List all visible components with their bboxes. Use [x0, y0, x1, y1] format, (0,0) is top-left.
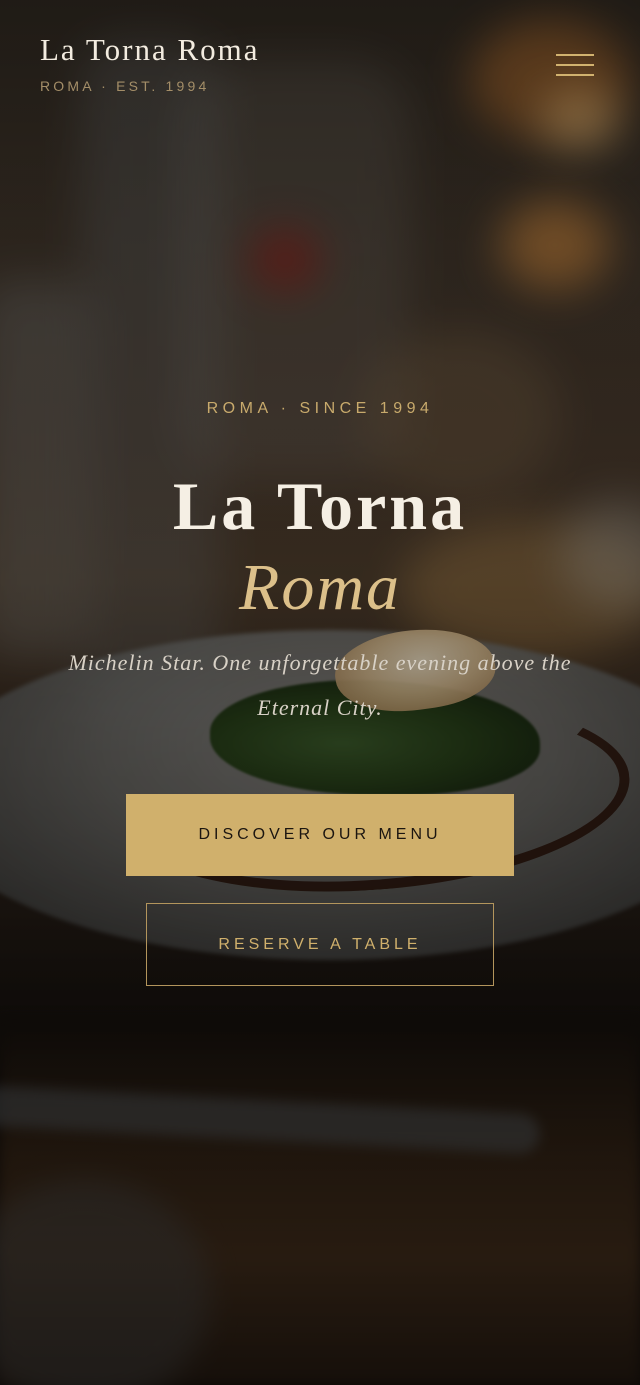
hero-tagline: Michelin Star. One unforgettable evening…: [68, 650, 572, 720]
brand-logo-link[interactable]: La Torna Roma ROMA · EST. 1994: [40, 30, 260, 94]
hero-eyebrow: ROMA · SINCE 1994: [206, 400, 434, 417]
reserve-table-button[interactable]: RESERVE A TABLE: [146, 903, 494, 986]
site-header: La Torna Roma ROMA · EST. 1994: [0, 0, 640, 110]
brand-subtitle: ROMA · EST. 1994: [40, 78, 210, 94]
brand-name: La Torna Roma: [40, 32, 260, 67]
discover-menu-button[interactable]: DISCOVER OUR MENU: [126, 794, 514, 876]
hamburger-menu-icon[interactable]: [556, 54, 594, 80]
hero-title-line2: Roma: [239, 551, 401, 624]
hero-title-line1: La Torna: [172, 468, 468, 544]
